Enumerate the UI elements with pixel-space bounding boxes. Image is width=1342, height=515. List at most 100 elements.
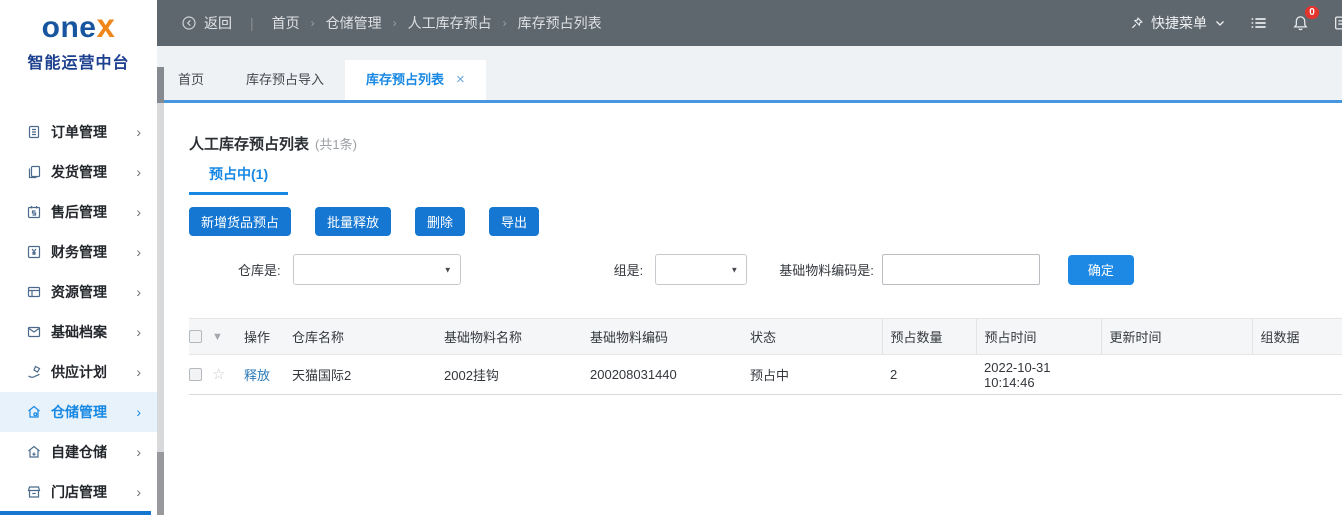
select-all-checkbox[interactable]: [189, 330, 202, 343]
aftersales-icon: [26, 204, 42, 220]
sidebar-item-warehouse-management[interactable]: 仓储管理 ›: [0, 392, 157, 432]
release-link[interactable]: 释放: [244, 368, 270, 383]
column-header-action: 操作: [244, 318, 292, 355]
sidebar-item-basic-archives[interactable]: 基础档案 ›: [0, 312, 157, 352]
resource-icon: [26, 284, 42, 300]
column-header-material-name: 基础物料名称: [444, 318, 590, 355]
archive-icon: [26, 324, 42, 340]
store-icon: [26, 484, 42, 500]
breadcrumb-warehouse-management[interactable]: 仓储管理: [326, 13, 382, 33]
sidebar-vertical-scrollbar-thumb[interactable]: [157, 452, 164, 515]
quick-menu-button[interactable]: 快捷菜单: [1129, 13, 1226, 33]
chevron-right-icon: ›: [136, 364, 141, 380]
select-caret-icon: ▼: [443, 265, 452, 274]
confirm-button[interactable]: 确定: [1067, 254, 1134, 285]
select-caret-icon: ▼: [730, 265, 739, 274]
logo-text: onex: [41, 7, 116, 44]
add-goods-reservation-button[interactable]: 新增货品预占: [189, 207, 292, 236]
select-all-header: ▼: [189, 318, 244, 355]
finance-icon: [26, 244, 42, 260]
record-count: (共1条): [315, 137, 357, 152]
back-button[interactable]: 返回: [181, 13, 232, 33]
tab-reservation-list[interactable]: 库存预占列表 ×: [345, 60, 486, 100]
tab-strip: 首页 库存预占导入 库存预占列表 ×: [157, 46, 1342, 103]
row-checkbox[interactable]: [189, 368, 202, 381]
filter-row: 仓库是: ▼ 组是: ▼ 基础物料编码是: 确定: [189, 254, 1342, 285]
order-icon: [26, 124, 42, 140]
breadcrumb-reservation-list[interactable]: 库存预占列表: [518, 13, 602, 33]
shipment-icon: [26, 164, 42, 180]
sidebar-item-order-management[interactable]: 订单管理 ›: [0, 112, 157, 152]
column-header-reserved-qty: 预占数量: [881, 318, 976, 355]
warehouse-select[interactable]: ▼: [292, 254, 461, 285]
chevron-right-icon: ›: [136, 484, 141, 500]
pin-icon: [1129, 16, 1144, 31]
sidebar-splitter[interactable]: [157, 67, 164, 515]
column-header-status: 状态: [750, 318, 882, 355]
delete-button[interactable]: 删除: [415, 207, 466, 236]
main-area: 返回 | 首页 › 仓储管理 › 人工库存预占 › 库存预占列表 快捷菜单 0 …: [157, 0, 1342, 515]
column-header-warehouse-name: 仓库名称: [292, 318, 444, 355]
export-button[interactable]: 导出: [489, 207, 540, 236]
sidebar-item-self-built-warehouse[interactable]: 自建仓储 ›: [0, 432, 157, 472]
warehouse-filter-label: 仓库是:: [238, 263, 281, 278]
sidebar-scrollbar-top[interactable]: [157, 67, 164, 103]
sidebar-menu: 订单管理 › 发货管理 › 售后管理 › 财务管理 › 资源管理 › 基础档案 …: [0, 112, 157, 512]
row-action-cell: 释放: [244, 354, 292, 395]
chevron-right-icon: ›: [136, 284, 141, 300]
tab-home[interactable]: 首页: [157, 60, 225, 100]
group-select[interactable]: ▼: [655, 254, 748, 285]
batch-release-button[interactable]: 批量释放: [315, 207, 392, 236]
chevron-right-icon: ›: [136, 204, 141, 220]
selection-menu-caret-icon[interactable]: ▼: [212, 331, 223, 343]
self-warehouse-icon: [26, 444, 42, 460]
column-header-group-data: 组数据: [1251, 318, 1342, 355]
row-material-name: 2002挂钩: [444, 354, 590, 395]
sidebar-item-resource-management[interactable]: 资源管理 ›: [0, 272, 157, 312]
material-code-filter-label: 基础物料编码是:: [779, 263, 874, 278]
chevron-right-icon: ›: [136, 124, 141, 140]
tab-reservation-import[interactable]: 库存预占导入: [225, 60, 345, 100]
favorite-star-icon[interactable]: ☆: [212, 367, 225, 382]
clipped-edge-icon[interactable]: [1333, 14, 1342, 32]
page-title-row: 人工库存预占列表 (共1条): [189, 133, 1342, 154]
app-root: onex 智能运营中台 订单管理 › 发货管理 › 售后管理 › 财务管理 › …: [0, 0, 1342, 515]
subtab-reserved[interactable]: 预占中(1): [189, 164, 289, 195]
sidebar-item-finance-management[interactable]: 财务管理 ›: [0, 232, 157, 272]
page-content: 人工库存预占列表 (共1条) 预占中(1) 新增货品预占 批量释放 删除 导出 仓…: [157, 103, 1342, 515]
notification-count-badge: 0: [1305, 6, 1319, 19]
chevron-right-icon: ›: [136, 404, 141, 420]
sidebar-item-store-management[interactable]: 门店管理 ›: [0, 472, 157, 512]
topbar-right-tools: 快捷菜单 0: [1129, 6, 1342, 33]
column-header-update-time: 更新时间: [1100, 318, 1252, 355]
chevron-right-icon: ›: [136, 444, 141, 460]
group-filter-label: 组是:: [613, 263, 644, 278]
list-icon[interactable]: [1250, 15, 1268, 31]
table-row: ☆ 释放 天猫国际2 2002挂钩 200208031440 预占中 2 202…: [189, 354, 1342, 395]
sidebar-item-aftersales-management[interactable]: 售后管理 ›: [0, 192, 157, 232]
breadcrumb-home[interactable]: 首页: [272, 13, 300, 33]
sidebar-item-supply-plan[interactable]: 供应计划 ›: [0, 352, 157, 392]
row-select-cell: ☆: [189, 354, 244, 395]
brand-subtitle: 智能运营中台: [27, 55, 130, 72]
chevron-right-icon: ›: [136, 324, 141, 340]
chevron-down-icon: [1214, 17, 1226, 29]
row-group-data: [1252, 354, 1342, 395]
row-material-code: 200208031440: [590, 354, 750, 395]
breadcrumb-manual-reservation[interactable]: 人工库存预占: [408, 13, 492, 33]
sidebar-item-shipping-management[interactable]: 发货管理 ›: [0, 152, 157, 192]
chevron-right-icon: ›: [136, 244, 141, 260]
notification-bell-icon[interactable]: 0: [1292, 6, 1319, 32]
breadcrumb-separator-icon: ›: [502, 16, 507, 30]
sidebar-horizontal-scrollbar-thumb[interactable]: [0, 511, 151, 515]
material-code-input[interactable]: [881, 254, 1040, 285]
column-header-reserved-time: 预占时间: [975, 318, 1101, 355]
row-update-time: [1101, 354, 1252, 395]
status-subtabs: 预占中(1): [189, 164, 1342, 195]
table-header-row: ▼ 操作 仓库名称 基础物料名称 基础物料编码 状态 预占数量 预占时间 更新时…: [189, 318, 1342, 355]
breadcrumb-separator-icon: ›: [310, 16, 315, 30]
brand-logo[interactable]: onex 智能运营中台: [0, 0, 157, 73]
topbar: 返回 | 首页 › 仓储管理 › 人工库存预占 › 库存预占列表 快捷菜单 0: [157, 0, 1342, 46]
sidebar: onex 智能运营中台 订单管理 › 发货管理 › 售后管理 › 财务管理 › …: [0, 0, 157, 515]
close-tab-icon[interactable]: ×: [456, 60, 465, 100]
